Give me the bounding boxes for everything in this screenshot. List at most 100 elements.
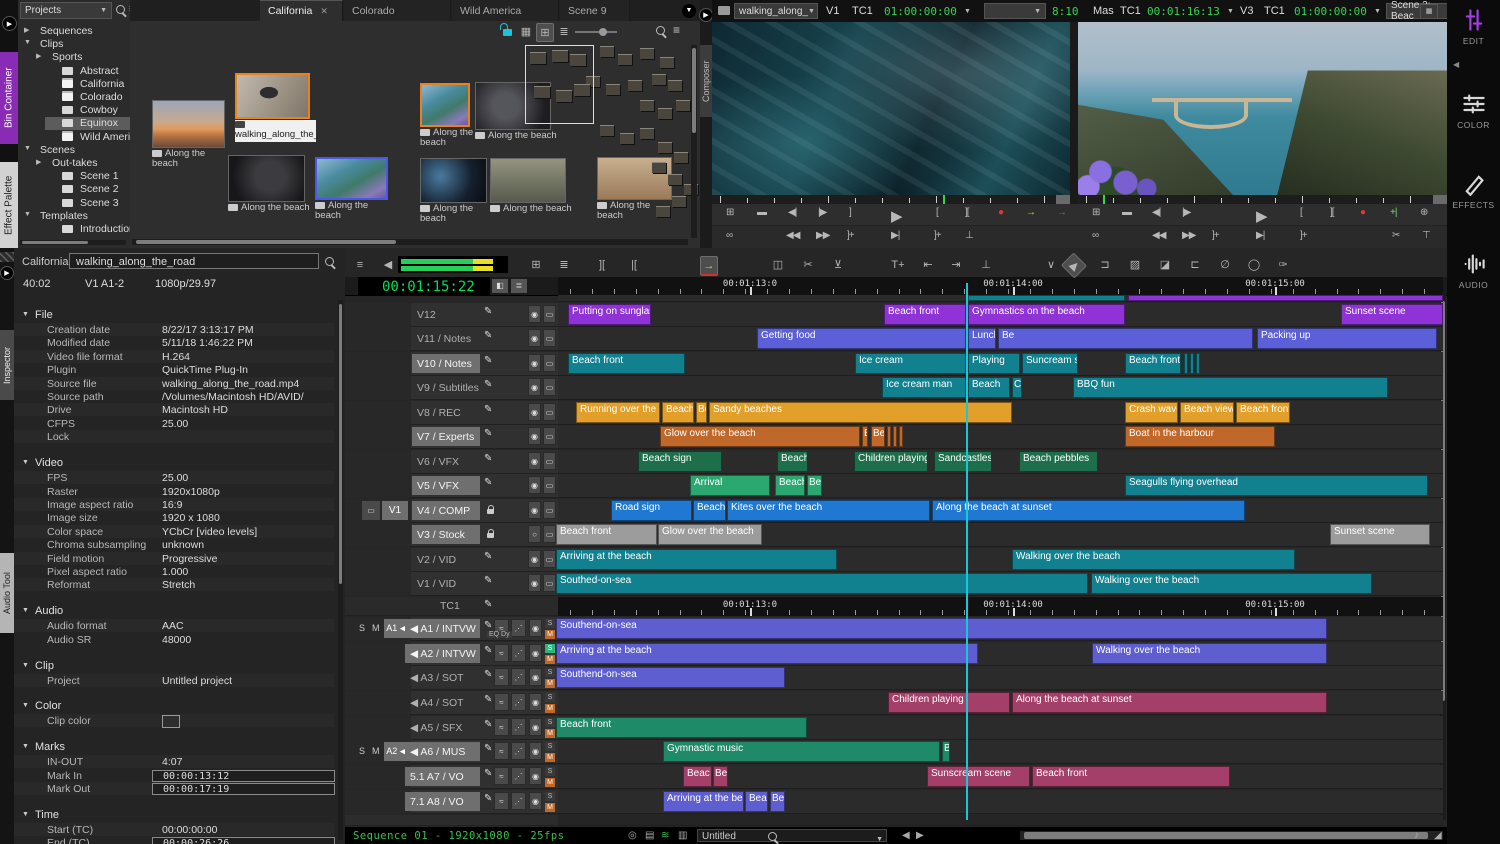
bin-tree-item[interactable]: ▶Sports [18, 51, 130, 64]
bin-clip-label[interactable]: Along the beach [420, 204, 493, 226]
go-to-next-button[interactable]: ]+ [934, 230, 941, 241]
inspector-section-title[interactable]: Video [35, 457, 63, 469]
timeline-clip[interactable]: Beach [775, 475, 805, 496]
sidebar-collapse-icon[interactable]: ◀ [1453, 60, 1459, 69]
annotate-button[interactable]: ✑ [1275, 256, 1291, 273]
mark-in-button[interactable]: [ [936, 207, 938, 218]
timeline-clip[interactable]: Beach [662, 402, 694, 423]
twisty-open-icon[interactable]: ▼ [22, 743, 29, 750]
timeline-clip[interactable]: Getting food [757, 328, 966, 349]
monitor-icon[interactable]: ◉ [528, 574, 541, 592]
twisty-open-icon[interactable]: ▼ [22, 662, 29, 669]
scatter-thumb[interactable] [658, 108, 672, 119]
bin-vscrollbar[interactable] [691, 45, 697, 238]
timeline-clip[interactable]: Be [871, 426, 885, 447]
track-header[interactable]: ▭V1V4 / COMP◉▭ [345, 499, 558, 523]
waveform-icon[interactable]: ≈ [494, 693, 509, 711]
solo-button[interactable]: S [545, 644, 555, 653]
scissors-button[interactable]: ✂ [800, 256, 816, 273]
timeline-clip[interactable]: Children playing [888, 692, 1010, 713]
video-tracks-icon[interactable]: ▤ [645, 830, 654, 841]
project-hscrollbar[interactable] [20, 240, 126, 245]
trim-right-button[interactable]: ⇥ [948, 256, 964, 273]
mark-out-button[interactable]: ] [849, 207, 851, 218]
inspector-section-title[interactable]: Color [35, 700, 61, 712]
track-name[interactable]: ◀ A2 / INTVW [405, 644, 480, 663]
waveform-icon[interactable]: ≈ [494, 718, 509, 736]
clip-name-input[interactable]: walking_along_the_road [69, 253, 319, 269]
automation-icon[interactable]: ⋰ [511, 742, 526, 760]
bin-clip-label[interactable]: Along the beach [475, 131, 557, 153]
timeline-clip[interactable]: Beach view [1180, 402, 1234, 423]
track-name[interactable]: ◀ A4 / SOT [405, 693, 480, 712]
timeline-clip[interactable]: Beach front [556, 524, 657, 545]
twisty-open-icon[interactable]: ▼ [24, 145, 31, 152]
timeline-clip[interactable]: Seagulls flying overhead [1125, 475, 1428, 496]
position-playhead[interactable] [1103, 195, 1105, 204]
bin-tree-item[interactable]: Scene 1 [18, 170, 130, 183]
solo-button[interactable]: S [545, 668, 555, 677]
gear-icon[interactable]: ◉ [529, 619, 542, 637]
step-forward-button[interactable]: |▶ [818, 207, 826, 218]
timeline-clip[interactable]: Packing up [1257, 328, 1437, 349]
extract-button[interactable]: |[ [626, 256, 642, 273]
scatter-thumb[interactable] [628, 80, 642, 91]
track-header[interactable]: ◀ A2 / INTVW✎≈⋰◉SM [345, 642, 558, 666]
scatter-thumb[interactable] [600, 125, 614, 136]
scatter-thumb[interactable] [640, 100, 654, 111]
twisty-closed-icon[interactable]: ▶ [24, 26, 29, 34]
solo-button[interactable]: S [545, 693, 555, 702]
timeline-clip[interactable]: Beach sign [638, 451, 722, 472]
pencil-icon[interactable]: ✎ [484, 620, 492, 631]
close-icon[interactable]: ✕ [320, 6, 328, 17]
bin-tree-item[interactable]: ▼Templates [18, 210, 130, 223]
track-header[interactable]: V1 / VID✎◉▭ [345, 572, 558, 596]
splice-overwrite-button[interactable]: → [700, 256, 718, 276]
grid-view-button[interactable]: ⊞ [528, 256, 544, 273]
target-icon[interactable]: ◎ [628, 830, 637, 841]
bin-clip-thumbnail[interactable] [490, 158, 566, 203]
bin-tree-item[interactable]: Introduction [18, 223, 130, 236]
scatter-thumb[interactable] [606, 84, 620, 95]
twisty-open-icon[interactable]: ▼ [24, 211, 31, 218]
segment-mode-button[interactable]: ⊐ [1097, 256, 1113, 273]
twisty-closed-icon[interactable]: ▶ [36, 158, 41, 166]
fast-forward-button[interactable]: ▶▶ [1182, 230, 1195, 241]
waveform-icon[interactable]: ≈ [494, 767, 509, 785]
twisty-open-icon[interactable]: ▼ [22, 459, 29, 466]
tripod-button[interactable]: ⊤ [1422, 230, 1430, 241]
gear-icon[interactable]: ◉ [529, 767, 542, 785]
bin-clip-label[interactable]: Along the beach [152, 149, 231, 171]
link-button[interactable]: ∞ [1092, 230, 1098, 241]
monitor-icon[interactable]: ◉ [528, 329, 541, 347]
timeline-clip[interactable]: Ice cream [855, 353, 966, 374]
bin-tree-item[interactable]: Wild America [18, 131, 130, 144]
timeline-clip[interactable]: Walking over the beach [1092, 643, 1327, 664]
track-name[interactable]: ◀ A3 / SOT [405, 668, 480, 687]
timeline-clip[interactable]: Crash wave [1125, 402, 1178, 423]
pencil-icon[interactable]: ✎ [484, 768, 492, 779]
mute-button[interactable]: M [545, 778, 555, 787]
bin-tree-item[interactable]: Scene 3 [18, 197, 130, 210]
search-icon[interactable] [768, 832, 777, 841]
track-header[interactable]: 7.1 A8 / VO✎≈⋰◉SM [345, 790, 558, 814]
timeline-clip[interactable]: Beach [968, 377, 1010, 398]
solo-button[interactable]: S [545, 742, 555, 751]
record-button[interactable]: ● [1360, 207, 1365, 218]
automation-icon[interactable]: ⋰ [511, 718, 526, 736]
lift-button[interactable]: ⊥ [978, 256, 994, 273]
mark-clip-button[interactable]: ][ [594, 256, 610, 273]
timeline-menu[interactable]: ≡ [352, 256, 368, 273]
mute-button[interactable]: M [545, 803, 555, 812]
timecode-track-ruler[interactable]: 00:01:13:000:01:14:0000:01:15:00 [558, 597, 1443, 616]
bin-tab-california[interactable]: California✕ [260, 0, 343, 21]
gear-icon[interactable]: ◉ [529, 718, 542, 736]
timeline-clip[interactable]: Road sign [611, 500, 692, 521]
record-track-icon[interactable]: ▭ [543, 574, 556, 592]
bin-tree-item[interactable]: Cowboy [18, 104, 130, 117]
search-icon[interactable] [325, 257, 334, 266]
add-keyframe-button[interactable]: ⊕ [1420, 207, 1427, 218]
track-header[interactable]: V6 / VFX✎◉▭ [345, 450, 558, 474]
ruler-option-button[interactable]: ◧ [492, 279, 508, 293]
timeline-clip[interactable]: Along the beach at sunset [1012, 692, 1327, 713]
